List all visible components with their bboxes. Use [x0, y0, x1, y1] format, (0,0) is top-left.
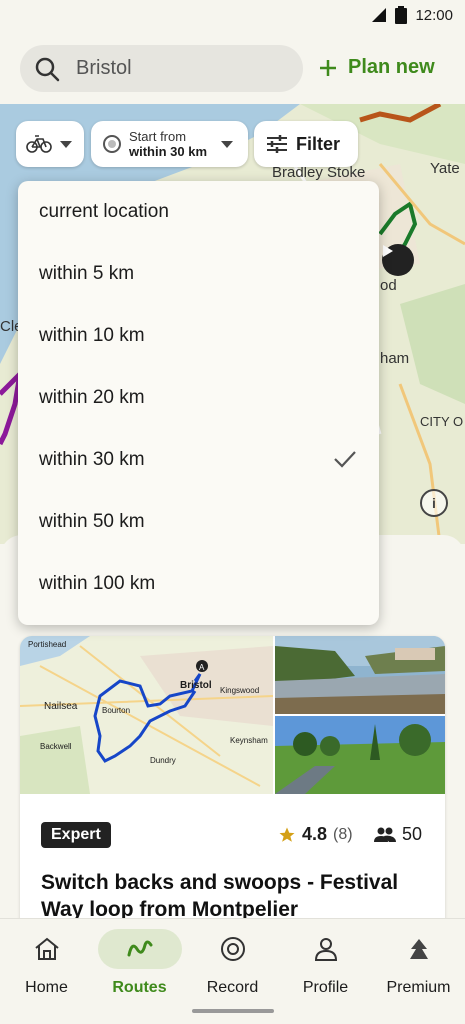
bike-icon — [26, 135, 52, 153]
option-label: within 20 km — [39, 387, 145, 408]
route-rating: 4.8 (8) — [278, 824, 353, 845]
chevron-down-icon — [221, 140, 234, 148]
nav-label: Routes — [112, 979, 167, 996]
map-label: Kingswood — [220, 686, 260, 695]
map-label: CITY O — [420, 414, 464, 429]
search-value: Bristol — [76, 57, 132, 79]
battery-icon — [395, 6, 408, 24]
map-label: Dundry — [150, 756, 176, 765]
map-label: Portishead — [28, 640, 67, 649]
record-icon — [220, 937, 245, 961]
option-label: within 5 km — [39, 263, 135, 284]
activity-type-chip[interactable] — [16, 121, 84, 167]
route-completions: 50 — [374, 824, 422, 845]
map-label: od — [380, 277, 397, 294]
info-icon: i — [432, 495, 436, 511]
dropdown-option[interactable]: within 50 km — [18, 491, 379, 553]
profile-icon — [314, 938, 337, 961]
dropdown-option[interactable]: current location — [18, 181, 379, 243]
nav-item-home[interactable]: Home — [0, 929, 93, 997]
home-indicator — [192, 1009, 274, 1013]
start-from-dropdown: current location within 5 km within 10 k… — [18, 181, 379, 625]
nav-label: Home — [25, 979, 68, 996]
plan-new-label: Plan new — [348, 56, 435, 78]
top-bar: Bristol Plan new — [0, 34, 465, 104]
signal-icon — [372, 8, 387, 22]
dropdown-option[interactable]: within 5 km — [18, 243, 379, 305]
map-label: Nailsea — [44, 701, 78, 712]
route-photo-park — [275, 716, 445, 794]
map-label: Bristol — [180, 680, 212, 691]
rating-count: (8) — [333, 825, 353, 843]
plan-new-button[interactable]: Plan new — [318, 56, 435, 79]
star-icon — [279, 827, 295, 842]
svg-text:A: A — [199, 663, 205, 672]
rating-value: 4.8 — [302, 824, 328, 844]
checkmark-icon — [334, 451, 356, 468]
location-radio-icon — [103, 135, 121, 153]
filter-button[interactable]: Filter — [254, 121, 358, 167]
nav-item-record[interactable]: Record — [186, 929, 279, 997]
dropdown-option-selected[interactable]: within 30 km — [18, 429, 379, 491]
map-label: Backwell — [40, 742, 72, 751]
route-title: Switch backs and swoops - Festival Way l… — [41, 871, 399, 921]
play-route-button[interactable] — [382, 244, 414, 276]
difficulty-badge: Expert — [41, 822, 111, 848]
play-icon — [383, 245, 393, 257]
map-label: Keynsham — [230, 736, 268, 745]
sliders-icon — [267, 135, 287, 153]
nav-item-profile[interactable]: Profile — [279, 929, 372, 997]
option-label: current location — [39, 201, 169, 222]
people-icon — [374, 827, 396, 842]
start-from-value: within 30 km — [129, 144, 208, 159]
dropdown-option[interactable]: within 10 km — [18, 305, 379, 367]
nav-item-premium[interactable]: Premium — [372, 929, 465, 997]
chevron-down-icon — [60, 140, 72, 148]
status-bar: 12:00 — [0, 0, 465, 34]
option-label: within 50 km — [39, 511, 145, 532]
route-photo-river — [275, 636, 445, 714]
home-icon — [34, 937, 59, 960]
map-label: Yate — [430, 160, 460, 177]
option-label: within 100 km — [39, 573, 156, 594]
option-label: within 30 km — [39, 449, 145, 470]
route-card[interactable]: A Portishead Bristol Nailsea Backwell Ki… — [20, 636, 445, 936]
nav-label: Record — [206, 979, 259, 996]
filter-label: Filter — [296, 133, 341, 154]
search-input[interactable]: Bristol — [20, 45, 303, 92]
option-label: within 10 km — [39, 325, 145, 346]
dropdown-option[interactable]: within 100 km — [18, 553, 379, 615]
nav-label: Premium — [386, 979, 451, 996]
search-icon — [35, 57, 60, 81]
status-time: 12:00 — [415, 6, 453, 24]
nav-label: Profile — [302, 979, 349, 996]
dropdown-option[interactable]: within 20 km — [18, 367, 379, 429]
routes-icon — [127, 940, 152, 957]
map-info-button[interactable]: i — [420, 489, 448, 517]
start-from-chip[interactable]: Start from within 30 km — [91, 121, 248, 167]
plus-icon — [320, 59, 336, 76]
map-label: Bourton — [102, 706, 131, 715]
people-count: 50 — [402, 824, 423, 844]
route-map-thumbnail: A Portishead Bristol Nailsea Backwell Ki… — [20, 636, 273, 794]
map-label: ham — [380, 350, 410, 367]
nav-item-routes[interactable]: Routes — [93, 929, 186, 997]
start-from-label: Start from — [129, 129, 187, 144]
premium-icon — [409, 939, 428, 959]
